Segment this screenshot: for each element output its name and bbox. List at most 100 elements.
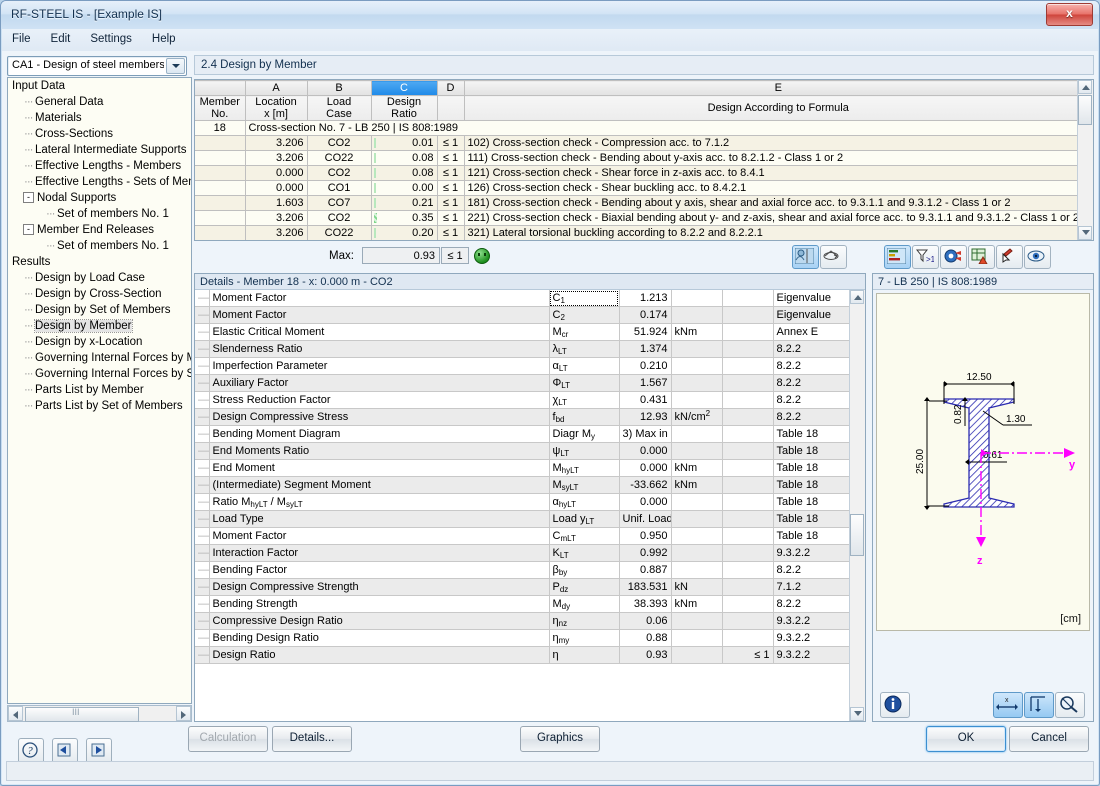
details-row[interactable]: —Design Compressive Stressfbd12.93kN/cm2… (195, 409, 850, 426)
cell-design-ratio[interactable]: 0.01 (371, 136, 437, 151)
row-header-cell[interactable] (195, 151, 245, 166)
printout-icon[interactable] (940, 245, 967, 269)
sidebar-item-lateral-intermediate-supports[interactable]: ···Lateral Intermediate Supports (8, 142, 191, 158)
chevron-down-icon[interactable] (166, 58, 185, 74)
cell-design-ratio[interactable]: 0.00 (371, 181, 437, 196)
measure-icon[interactable] (1024, 692, 1054, 718)
sidebar-item-effective-lengths-sets-of-men[interactable]: ···Effective Lengths - Sets of Men (8, 174, 191, 190)
cell-design-ratio[interactable]: 0.08 (371, 151, 437, 166)
menu-item-edit[interactable]: Edit (41, 29, 81, 49)
table-row[interactable]: 0.000CO20.08≤ 1121) Cross-section check … (195, 166, 1093, 181)
details-row[interactable]: —Design Ratioη0.93≤ 19.3.2.2 (195, 647, 850, 664)
details-row[interactable]: —Moment FactorC11.213Eigenvalue (195, 290, 850, 307)
details-row[interactable]: —Moment FactorC20.174Eigenvalue (195, 307, 850, 324)
results-scrollbar-thumb[interactable] (1078, 95, 1092, 125)
table-row[interactable]: 1.603CO70.21≤ 1181) Cross-section check … (195, 196, 1093, 211)
filter-icon[interactable]: >1 (912, 245, 939, 269)
column-letter-c[interactable]: C (371, 81, 437, 96)
scroll-right-arrow-icon[interactable] (176, 706, 191, 721)
close-button[interactable]: x (1046, 3, 1093, 26)
column-letter-e[interactable]: E (464, 81, 1093, 96)
table-row[interactable]: 3.206CO220.20≤ 1321) Lateral torsional b… (195, 226, 1093, 241)
row-header-cell[interactable] (195, 226, 245, 241)
table-row[interactable]: 0.000CO20.31≤ 1341) Stability analysis -… (195, 241, 1093, 242)
result-diagram-icon[interactable] (820, 245, 847, 269)
sidebar-item-design-by-cross-section[interactable]: ···Design by Cross-Section (8, 286, 191, 302)
details-row[interactable]: —Interaction FactorKLT0.9929.3.2.2 (195, 545, 850, 562)
row-header-cell[interactable] (195, 166, 245, 181)
scrollbar-thumb[interactable] (25, 707, 139, 722)
scroll-left-arrow-icon[interactable] (8, 706, 23, 721)
info-icon[interactable] (880, 692, 910, 718)
export-excel-icon[interactable] (968, 245, 995, 269)
sidebar-item-results[interactable]: Results (8, 254, 191, 270)
sidebar-item-input-data[interactable]: Input Data (8, 78, 191, 94)
cell-design-ratio[interactable]: 0.31 (371, 241, 437, 242)
cell-design-ratio[interactable]: 0.08 (371, 166, 437, 181)
visibility-icon[interactable] (1024, 245, 1051, 269)
sidebar-item-design-by-member[interactable]: ···Design by Member (8, 318, 191, 334)
sidebar-item-design-by-set-of-members[interactable]: ···Design by Set of Members (8, 302, 191, 318)
details-row[interactable]: —Bending StrengthMdy38.393kNm8.2.2 (195, 596, 850, 613)
table-row[interactable]: 3.206CO20.01≤ 1102) Cross-section check … (195, 136, 1093, 151)
sidebar-item-set-of-members-no-1[interactable]: ···Set of members No. 1 (8, 206, 191, 222)
table-group-row[interactable]: 18Cross-section No. 7 - LB 250 | IS 808:… (195, 121, 1093, 136)
details-row[interactable]: —Slenderness RatioλLT1.3748.2.2 (195, 341, 850, 358)
sidebar-item-parts-list-by-set-of-members[interactable]: ···Parts List by Set of Members (8, 398, 191, 414)
details-row[interactable]: —Load TypeLoad yLTUnif. LoadinTable 18 (195, 511, 850, 528)
details-vertical-scrollbar[interactable] (849, 290, 865, 721)
sidebar-item-effective-lengths-members[interactable]: ···Effective Lengths - Members (8, 158, 191, 174)
details-row[interactable]: —Bending Moment DiagramDiagr My3) Max in… (195, 426, 850, 443)
table-row[interactable]: 3.206CO220.08≤ 1111) Cross-section check… (195, 151, 1093, 166)
row-header-cell[interactable] (195, 241, 245, 242)
pick-icon[interactable] (996, 245, 1023, 269)
cancel-button[interactable]: Cancel (1009, 726, 1089, 752)
details-row[interactable]: —Imperfection ParameterαLT0.2108.2.2 (195, 358, 850, 375)
details-row[interactable]: —Stress Reduction FactorχLT0.4318.2.2 (195, 392, 850, 409)
details-row[interactable]: —Bending Design Ratioηmy0.889.3.2.2 (195, 630, 850, 647)
column-letter-a[interactable]: A (245, 81, 307, 96)
menu-item-file[interactable]: File (2, 29, 41, 49)
results-vertical-scrollbar[interactable] (1077, 80, 1093, 240)
tree-expander-icon[interactable]: - (23, 192, 34, 203)
navigation-tree[interactable]: Input Data···General Data···Materials···… (7, 77, 192, 704)
navigation-horizontal-scrollbar[interactable] (7, 705, 192, 722)
details-row[interactable]: —End Moments RatioψLT0.000Table 18 (195, 443, 850, 460)
column-letter-b[interactable]: B (307, 81, 371, 96)
details-row[interactable]: —Bending Factorβby0.8878.2.2 (195, 562, 850, 579)
details-table[interactable]: —Moment FactorC11.213Eigenvalue—Moment F… (195, 290, 850, 664)
scroll-up-arrow-icon[interactable] (1078, 80, 1092, 94)
cell-design-ratio[interactable]: 0.20 (371, 226, 437, 241)
details-row[interactable]: —Design Compressive StrengthPdz183.531kN… (195, 579, 850, 596)
details-button[interactable]: Details... (272, 726, 352, 752)
details-scrollbar-thumb[interactable] (850, 514, 864, 556)
details-scroll-up-arrow-icon[interactable] (850, 290, 864, 304)
graphics-button[interactable]: Graphics (520, 726, 600, 752)
menu-item-help[interactable]: Help (142, 29, 186, 49)
sidebar-item-governing-internal-forces-by-m[interactable]: ···Governing Internal Forces by M (8, 350, 191, 366)
dimensions-icon[interactable]: x (993, 692, 1023, 718)
details-scroll-down-arrow-icon[interactable] (850, 707, 864, 721)
zoom-icon[interactable] (1055, 692, 1085, 718)
sidebar-item-nodal-supports[interactable]: -Nodal Supports (8, 190, 191, 206)
row-header-cell[interactable] (195, 181, 245, 196)
sidebar-item-general-data[interactable]: ···General Data (8, 94, 191, 110)
cross-section-canvas[interactable]: 12.50 0.82 1.30 (876, 293, 1090, 631)
color-bars-icon[interactable] (884, 245, 911, 269)
details-row[interactable]: —Moment FactorCmLT0.950Table 18 (195, 528, 850, 545)
details-row[interactable]: —Elastic Critical MomentMcr51.924kNmAnne… (195, 324, 850, 341)
details-row[interactable]: —Auxiliary FactorΦLT1.5678.2.2 (195, 375, 850, 392)
details-row[interactable]: —End MomentMhyLT0.000kNmTable 18 (195, 460, 850, 477)
case-selector-combobox[interactable]: CA1 - Design of steel members a (7, 56, 187, 76)
column-letter-d[interactable]: D (437, 81, 464, 96)
tree-expander-icon[interactable]: - (23, 224, 34, 235)
menu-item-settings[interactable]: Settings (80, 29, 142, 49)
details-row[interactable]: —Ratio MhyLT / MsyLTαhyLT0.000Table 18 (195, 494, 850, 511)
scroll-down-arrow-icon[interactable] (1078, 226, 1092, 240)
sidebar-item-design-by-load-case[interactable]: ···Design by Load Case (8, 270, 191, 286)
row-header-cell[interactable] (195, 211, 245, 226)
cell-design-ratio[interactable]: 0.35 (371, 211, 437, 226)
sidebar-item-cross-sections[interactable]: ···Cross-Sections (8, 126, 191, 142)
row-header-cell[interactable] (195, 136, 245, 151)
row-header-cell[interactable] (195, 196, 245, 211)
